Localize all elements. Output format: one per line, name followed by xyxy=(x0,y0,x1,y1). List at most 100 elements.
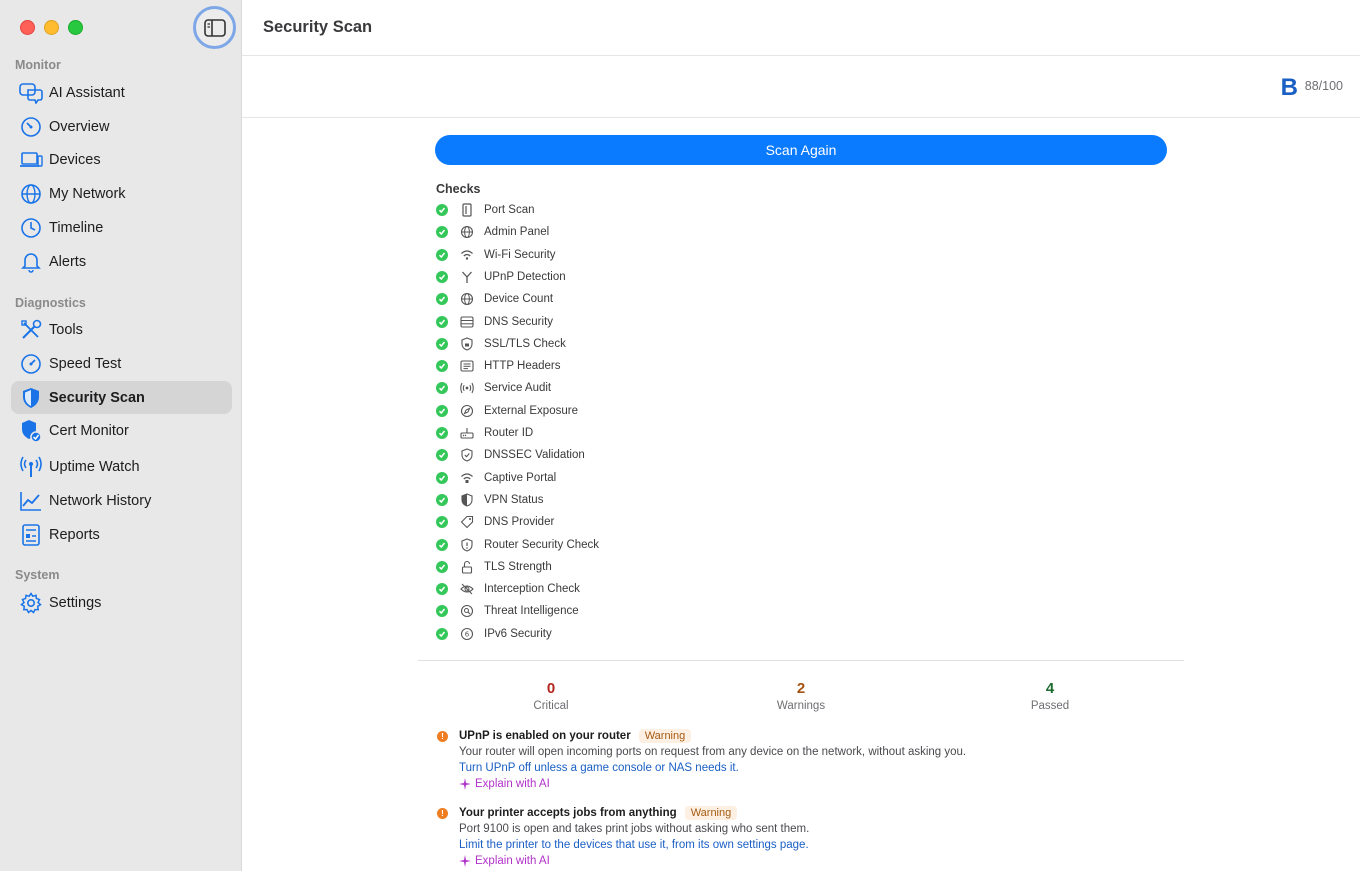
check-passed-icon xyxy=(436,471,448,484)
explain-with-ai-label: Explain with AI xyxy=(475,855,550,867)
sidebar-item-label: Devices xyxy=(49,151,101,168)
critical-count: 0 xyxy=(546,680,556,697)
sidebar-item-label: My Network xyxy=(49,185,126,202)
check-passed-icon xyxy=(436,360,448,373)
check-label: Device Count xyxy=(484,293,554,306)
check-passed-icon xyxy=(436,204,448,216)
sidebar-item-alerts[interactable]: Alerts xyxy=(11,245,232,278)
check-label: DNSSEC Validation xyxy=(484,449,585,462)
globe-icon xyxy=(460,292,474,306)
check-row: Interception Check xyxy=(436,578,580,600)
check-label: Threat Intelligence xyxy=(484,605,579,618)
sidebar-item-timeline[interactable]: Timeline xyxy=(11,211,232,244)
check-row: DNS Security xyxy=(436,311,553,333)
sidebar-item-uptime-watch[interactable]: Uptime Watch xyxy=(11,450,232,483)
shield-lock-icon xyxy=(460,337,474,351)
sidebar-item-label: AI Assistant xyxy=(49,84,125,101)
sidebar-item-label: Reports xyxy=(49,526,100,543)
check-row: Admin Panel xyxy=(436,221,549,243)
sidebar: Monitor AI Assistant Overview Devices My… xyxy=(0,0,242,871)
finding-fix-link[interactable]: Turn UPnP off unless a game console or N… xyxy=(459,762,739,774)
finding-description: Your router will open incoming ports on … xyxy=(459,746,967,758)
laptop-icon xyxy=(19,148,43,172)
warning-badge: Warning xyxy=(684,806,738,820)
check-label: VPN Status xyxy=(484,493,544,506)
app-window: Monitor AI Assistant Overview Devices My… xyxy=(0,0,1360,871)
explain-with-ai-button[interactable]: Explain with AI xyxy=(459,778,550,790)
server-icon xyxy=(460,315,474,329)
sidebar-item-settings[interactable]: Settings xyxy=(11,586,232,619)
check-label: Port Scan xyxy=(484,204,535,216)
check-passed-icon xyxy=(436,293,448,306)
sidebar-item-speed-test[interactable]: Speed Test xyxy=(11,347,232,380)
check-row: External Exposure xyxy=(436,400,578,422)
check-label: Router ID xyxy=(484,427,534,439)
gauge-icon xyxy=(19,115,43,139)
passed-label: Passed xyxy=(1030,700,1070,712)
check-row: UPnP Detection xyxy=(436,266,566,288)
sidebar-item-overview[interactable]: Overview xyxy=(11,110,232,143)
shield-check-icon xyxy=(460,448,474,462)
check-passed-icon xyxy=(436,560,448,573)
sparkle-icon xyxy=(459,855,471,867)
check-passed-icon xyxy=(436,449,448,462)
sidebar-item-security-scan[interactable]: Security Scan xyxy=(11,381,232,414)
sidebar-item-reports[interactable]: Reports xyxy=(11,518,232,551)
check-passed-icon xyxy=(436,516,448,529)
report-icon xyxy=(19,523,43,547)
finding-fix-link[interactable]: Limit the printer to the devices that us… xyxy=(459,839,809,851)
finding-title: Your printer accepts jobs from anything xyxy=(459,807,677,819)
sidebar-item-devices[interactable]: Devices xyxy=(11,143,232,176)
check-row: HTTP Headers xyxy=(436,355,560,377)
sidebar-toggle-button[interactable] xyxy=(193,6,236,49)
zoom-window-button[interactable] xyxy=(68,20,83,35)
list-icon xyxy=(460,359,474,373)
page-title: Security Scan xyxy=(263,18,373,36)
sidebar-item-label: Uptime Watch xyxy=(49,458,140,475)
critical-stat: 0 Critical xyxy=(491,680,611,712)
sidebar-item-network-history[interactable]: Network History xyxy=(11,484,232,517)
chat-bubbles-icon xyxy=(19,81,43,105)
security-grade: B xyxy=(1280,74,1298,101)
eye-slash-icon xyxy=(460,582,474,596)
bell-icon xyxy=(19,250,43,274)
check-label: UPnP Detection xyxy=(484,270,566,283)
warning-badge: Warning xyxy=(638,729,692,743)
sidebar-item-cert-monitor[interactable]: Cert Monitor xyxy=(11,414,232,447)
check-label: External Exposure xyxy=(484,404,578,417)
shield-icon xyxy=(19,386,43,410)
check-row: TLS Strength xyxy=(436,556,552,578)
check-row: Service Audit xyxy=(436,377,551,399)
lock-open-icon xyxy=(460,560,474,574)
svg-text:6: 6 xyxy=(465,630,470,638)
explain-with-ai-label: Explain with AI xyxy=(475,778,550,790)
check-passed-icon xyxy=(436,493,448,506)
check-label: Service Audit xyxy=(484,382,552,395)
globe-icon xyxy=(19,182,43,206)
title-bar: Security Scan xyxy=(242,0,1360,56)
check-row: DNS Provider xyxy=(436,511,554,533)
check-passed-icon xyxy=(436,427,448,439)
sidebar-item-tools[interactable]: Tools xyxy=(11,313,232,346)
check-passed-icon xyxy=(436,270,448,283)
sidebar-item-label: Network History xyxy=(49,492,152,509)
minimize-window-button[interactable] xyxy=(44,20,59,35)
sidebar-item-ai-assistant[interactable]: AI Assistant xyxy=(11,76,232,109)
grade-bar: B 88/100 xyxy=(242,56,1360,118)
section-label-diagnostics: Diagnostics xyxy=(15,296,86,310)
explain-with-ai-button[interactable]: Explain with AI xyxy=(459,855,550,867)
sidebar-item-my-network[interactable]: My Network xyxy=(11,177,232,210)
critical-label: Critical xyxy=(533,700,569,712)
close-window-button[interactable] xyxy=(20,20,35,35)
warning-icon: ! xyxy=(437,808,448,819)
scan-again-button[interactable]: Scan Again xyxy=(435,135,1167,165)
check-label: Interception Check xyxy=(484,583,580,596)
check-row: SSL/TLS Check xyxy=(436,333,566,355)
warnings-stat: 2 Warnings xyxy=(741,680,861,712)
check-row: Router Security Check xyxy=(436,534,599,556)
gear-icon xyxy=(19,591,43,615)
check-row: 6 IPv6 Security xyxy=(436,623,552,645)
sidebar-item-label: Settings xyxy=(49,594,102,611)
port-icon xyxy=(460,203,474,217)
check-label: SSL/TLS Check xyxy=(484,337,566,350)
